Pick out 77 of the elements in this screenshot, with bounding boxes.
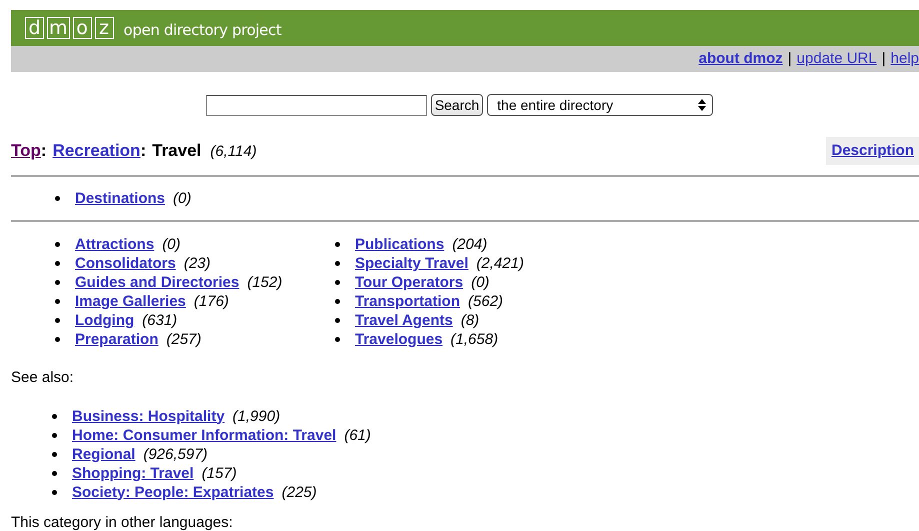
link-separator: | [882, 48, 886, 69]
item-count: (2,421) [476, 254, 524, 273]
logo-letter: d [25, 17, 44, 39]
item-count: (0) [471, 273, 490, 292]
bullet-icon [55, 299, 60, 304]
header-nav-link[interactable]: about dmoz [698, 48, 783, 70]
current-category: Travel [152, 140, 202, 162]
category-link[interactable]: Travelogues [355, 330, 443, 349]
bullet-icon [52, 470, 57, 476]
item-count: (8) [460, 311, 480, 330]
bullet-icon [55, 337, 60, 342]
item-count: (562) [468, 292, 504, 311]
bullet-icon [335, 299, 340, 304]
item-count: (257) [166, 330, 202, 349]
scope-select[interactable]: the entire directory [487, 94, 714, 116]
category-link[interactable]: Attractions [75, 235, 154, 254]
link-separator: | [788, 48, 792, 69]
breadcrumb-separator: : [140, 140, 146, 162]
category-link[interactable]: Guides and Directories [75, 273, 240, 292]
breadcrumb-link[interactable]: Top [11, 138, 41, 164]
category-link[interactable]: Society: People: Expatriates [72, 482, 274, 502]
category-link[interactable]: Home: Consumer Information: Travel [72, 426, 336, 444]
item-count: (1,990) [232, 406, 280, 426]
item-count: (61) [344, 426, 371, 444]
item-count: (0) [173, 189, 192, 208]
breadcrumb-link[interactable]: Recreation [52, 138, 140, 164]
search-button[interactable]: Search [430, 94, 484, 116]
bullet-icon [335, 261, 340, 266]
bullet-icon [335, 280, 340, 285]
item-count: (204) [452, 235, 488, 254]
bullet-icon [55, 261, 60, 266]
bullet-icon [335, 318, 340, 323]
bullet-icon [335, 337, 340, 342]
other-languages-heading: This category in other languages: [11, 512, 234, 531]
logo-letter: z [94, 17, 114, 39]
category-link[interactable]: Business: Hospitality [72, 406, 225, 426]
item-count: (631) [142, 311, 178, 330]
description-link[interactable]: Description [826, 136, 919, 166]
category-link[interactable]: Transportation [355, 292, 460, 311]
item-count: (225) [282, 482, 317, 502]
category-link[interactable]: Specialty Travel [355, 254, 468, 273]
category-count: (6,114) [210, 142, 257, 162]
item-count: (1,658) [450, 330, 498, 349]
category-link[interactable]: Shopping: Travel [72, 464, 194, 482]
category-link[interactable]: Destinations [75, 189, 166, 208]
bullet-icon [52, 414, 57, 418]
category-link[interactable]: Regional [72, 444, 136, 464]
logo-letter: o [72, 17, 92, 39]
category-link[interactable]: Consolidators [75, 254, 176, 273]
bullet-icon [52, 432, 57, 438]
category-link[interactable]: Publications [355, 235, 444, 254]
breadcrumb-separator: : [40, 140, 47, 162]
item-count: (926,597) [143, 444, 208, 464]
bullet-icon [52, 452, 57, 456]
bullet-icon [55, 196, 60, 201]
category-link[interactable]: Preparation [75, 330, 158, 349]
category-link[interactable]: Tour Operators [355, 273, 464, 292]
search-field[interactable] [206, 94, 427, 116]
see-also-heading: See also: [11, 368, 75, 388]
bullet-icon [55, 318, 60, 323]
category-link[interactable]: Travel Agents [355, 311, 453, 330]
header-nav-link[interactable]: help [890, 48, 919, 70]
logo-letter: m [47, 17, 70, 39]
site-tagline: open directory project [124, 20, 282, 41]
item-count: (176) [194, 292, 229, 311]
bullet-icon [55, 280, 60, 285]
header-nav-link[interactable]: update URL [796, 48, 877, 70]
item-count: (152) [247, 273, 282, 292]
bullet-icon [335, 242, 340, 247]
bullet-icon [52, 490, 57, 494]
item-count: (23) [184, 254, 211, 273]
select-arrows-icon [698, 99, 706, 111]
category-link[interactable]: Image Galleries [75, 292, 186, 311]
item-count: (0) [162, 235, 181, 254]
item-count: (157) [202, 464, 237, 482]
bullet-icon [55, 242, 60, 247]
category-link[interactable]: Lodging [75, 311, 134, 330]
